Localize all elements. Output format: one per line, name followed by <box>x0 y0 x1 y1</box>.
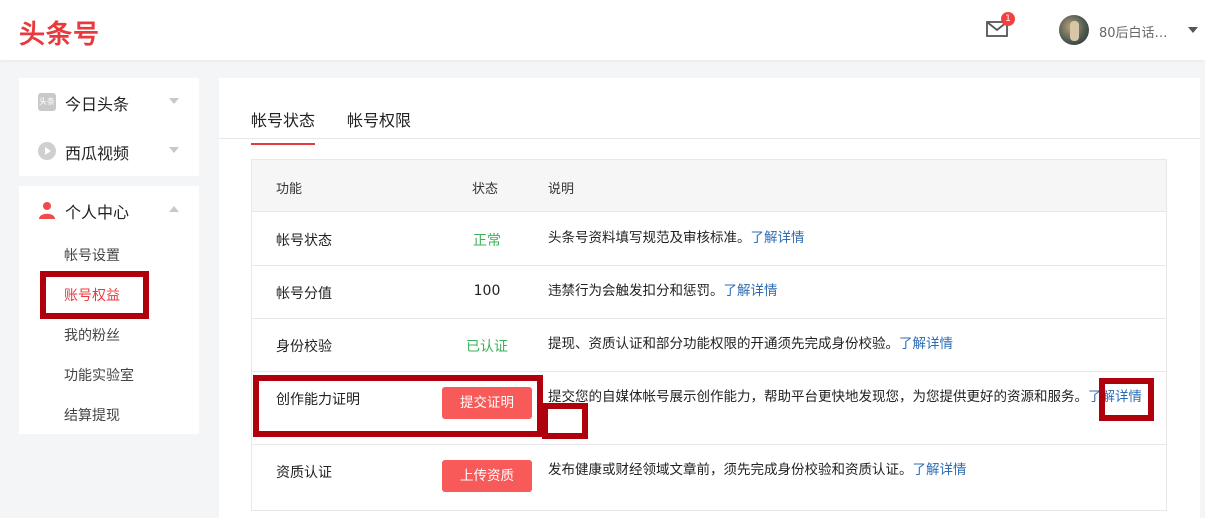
avatar[interactable] <box>1059 15 1089 45</box>
sidebar-item-label: 西瓜视频 <box>65 144 130 163</box>
row-description: 发布健康或财经领域文章前，须先完成身份校验和资质认证。了解详情 <box>548 462 967 478</box>
platform-nav: 头条 今日头条 西瓜视频 <box>19 78 199 176</box>
sidebar-item-toutiao[interactable]: 头条 今日头条 <box>19 78 199 126</box>
table-row: 身份校验 已认证 提现、资质认证和部分功能权限的开通须先完成身份校验。了解详情 <box>252 319 1166 372</box>
header-desc: 说明 <box>548 182 575 197</box>
row-function: 帐号状态 <box>276 233 332 249</box>
user-icon <box>38 201 56 219</box>
row-description: 违禁行为会触发扣分和惩罚。了解详情 <box>548 283 778 299</box>
main-panel: 帐号状态 帐号权限 功能 状态 说明 帐号状态 正常 头条号资料填写规范及审核标… <box>219 78 1200 518</box>
personal-center-nav: 个人中心 帐号设置 账号权益 我的粉丝 功能实验室 结算提现 <box>19 186 199 434</box>
row-status: 100 <box>473 283 501 299</box>
logo[interactable]: 头条号 <box>19 14 100 51</box>
tab-account-permissions[interactable]: 帐号权限 <box>347 107 411 143</box>
upload-qualification-button[interactable]: 上传资质 <box>442 460 532 492</box>
status-table: 功能 状态 说明 帐号状态 正常 头条号资料填写规范及审核标准。了解详情 帐号分… <box>251 159 1167 511</box>
table-header: 功能 状态 说明 <box>252 160 1166 212</box>
notification-badge: 1 <box>1001 12 1015 26</box>
top-header: 头条号 1 80后白话… <box>0 0 1205 60</box>
sidebar-item-label: 今日头条 <box>65 95 130 114</box>
sidebar-item-label: 个人中心 <box>65 203 130 222</box>
chevron-down-icon[interactable] <box>1188 27 1198 33</box>
learn-more-link[interactable]: 了解详情 <box>899 336 953 352</box>
chevron-down-icon <box>169 147 179 153</box>
table-row: 帐号分值 100 违禁行为会触发扣分和惩罚。了解详情 <box>252 266 1166 319</box>
username[interactable]: 80后白话… <box>1099 22 1168 41</box>
sidebar-item-feature-lab[interactable]: 功能实验室 <box>64 365 134 385</box>
sidebar-item-withdraw[interactable]: 结算提现 <box>64 405 120 425</box>
row-function: 创作能力证明 <box>276 392 360 408</box>
row-function: 身份校验 <box>276 339 332 355</box>
tab-bar: 帐号状态 帐号权限 <box>219 78 1200 145</box>
row-description: 提现、资质认证和部分功能权限的开通须先完成身份校验。了解详情 <box>548 336 953 352</box>
chevron-up-icon <box>169 206 179 212</box>
row-description: 头条号资料填写规范及审核标准。了解详情 <box>548 230 805 246</box>
table-row: 资质认证 上传资质 发布健康或财经领域文章前，须先完成身份校验和资质认证。了解详… <box>252 445 1166 511</box>
sidebar-item-account-benefits[interactable]: 账号权益 <box>64 285 120 305</box>
row-function: 资质认证 <box>276 465 332 481</box>
header-func: 功能 <box>276 182 303 197</box>
xigua-video-icon <box>38 142 56 160</box>
toutiao-icon: 头条 <box>38 93 56 111</box>
submit-proof-button[interactable]: 提交证明 <box>442 387 532 419</box>
row-function: 帐号分值 <box>276 286 332 302</box>
learn-more-link[interactable]: 了解详情 <box>724 283 778 299</box>
sidebar-item-account-settings[interactable]: 帐号设置 <box>64 245 120 265</box>
chevron-down-icon <box>169 98 179 104</box>
sidebar-item-personal-center[interactable]: 个人中心 <box>19 186 199 234</box>
learn-more-link[interactable]: 了解详情 <box>913 462 967 478</box>
header-status: 状态 <box>472 182 499 197</box>
table-row: 创作能力证明 提交证明 提交您的自媒体帐号展示创作能力，帮助平台更快地发现您，为… <box>252 372 1166 445</box>
learn-more-link[interactable]: 了解详情 <box>1088 389 1142 405</box>
row-status: 已认证 <box>466 339 508 355</box>
table-row: 帐号状态 正常 头条号资料填写规范及审核标准。了解详情 <box>252 213 1166 266</box>
tab-account-status[interactable]: 帐号状态 <box>251 107 316 145</box>
row-status: 正常 <box>473 233 501 249</box>
sidebar-item-my-fans[interactable]: 我的粉丝 <box>64 325 120 345</box>
sidebar-item-xigua[interactable]: 西瓜视频 <box>19 127 199 175</box>
row-description: 提交您的自媒体帐号展示创作能力，帮助平台更快地发现您，为您提供更好的资源和服务。… <box>548 389 1142 405</box>
learn-more-link[interactable]: 了解详情 <box>751 230 805 246</box>
